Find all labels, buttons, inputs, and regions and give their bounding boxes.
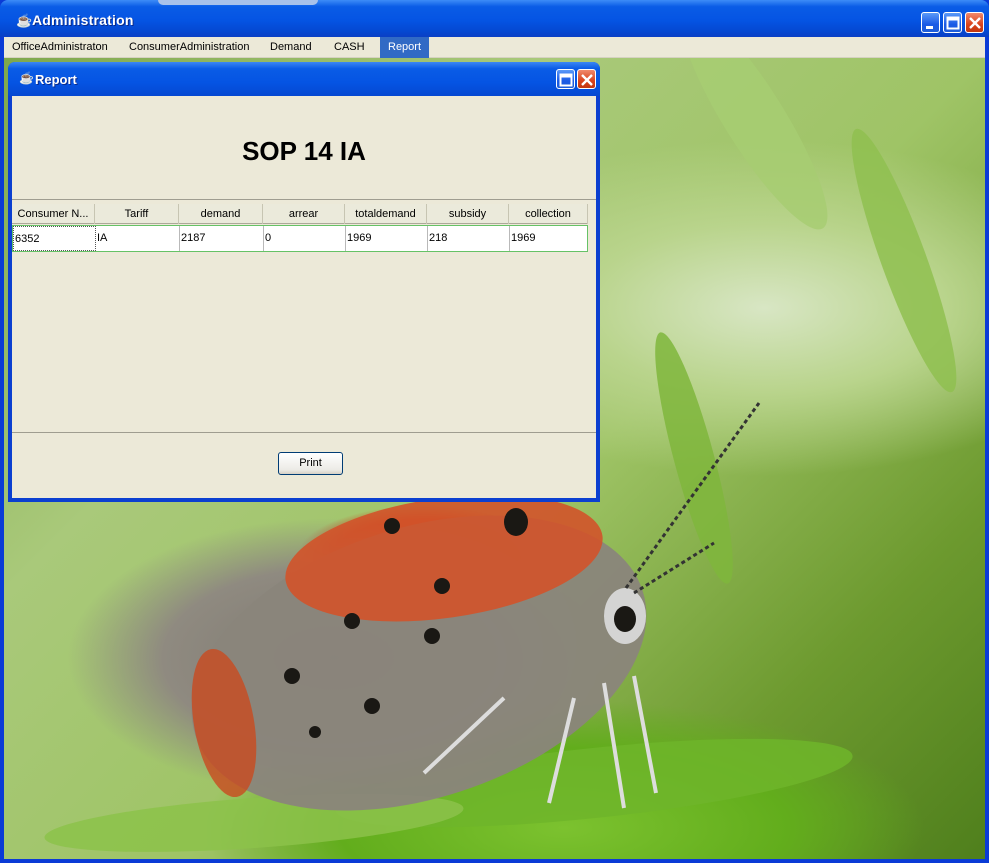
window-titlebar[interactable]: ☕ Administration: [0, 0, 989, 37]
column-header-arrear[interactable]: arrear: [263, 204, 345, 224]
menubar: OfficeAdministraton ConsumerAdministrati…: [4, 37, 985, 58]
column-header-demand[interactable]: demand: [179, 204, 263, 224]
cell-demand[interactable]: 2187: [180, 226, 264, 251]
cell-tariff[interactable]: IA: [96, 226, 180, 251]
minimize-icon: [926, 26, 933, 29]
maximize-icon: [946, 16, 960, 30]
menu-office-administration[interactable]: OfficeAdministraton: [4, 37, 116, 58]
report-heading: SOP 14 IA: [242, 136, 366, 166]
cell-subsidy[interactable]: 218: [428, 226, 510, 251]
report-titlebar[interactable]: ☕ Report: [8, 62, 600, 96]
report-content: SOP 14 IA Consumer N... Tariff demand ar…: [12, 96, 596, 498]
column-header-totaldemand[interactable]: totaldemand: [345, 204, 427, 224]
column-header-tariff[interactable]: Tariff: [95, 204, 179, 224]
close-button[interactable]: [965, 12, 984, 33]
menu-cash[interactable]: CASH: [326, 37, 373, 58]
column-header-consumer-number[interactable]: Consumer N...: [12, 204, 95, 224]
report-close-button[interactable]: [577, 69, 596, 89]
java-cup-icon: ☕: [16, 13, 33, 28]
column-header-subsidy[interactable]: subsidy: [427, 204, 509, 224]
maximize-icon: [559, 73, 573, 87]
menu-consumer-administration[interactable]: ConsumerAdministration: [121, 37, 257, 58]
close-icon: [581, 74, 593, 86]
window-title: Administration: [32, 12, 134, 28]
table-header: Consumer N... Tariff demand arrear total…: [12, 204, 588, 224]
cell-totaldemand[interactable]: 1969: [346, 226, 428, 251]
report-table: Consumer N... Tariff demand arrear total…: [12, 201, 596, 433]
column-header-collection[interactable]: collection: [509, 204, 588, 224]
menu-demand[interactable]: Demand: [262, 37, 320, 58]
report-heading-panel: SOP 14 IA: [12, 96, 596, 200]
report-maximize-button[interactable]: [556, 69, 575, 89]
maximize-button[interactable]: [943, 12, 962, 33]
minimize-button[interactable]: [921, 12, 940, 33]
report-internal-frame: ☕ Report SOP 14 IA Consumer N... Tariff …: [8, 62, 600, 502]
table-row[interactable]: 6352 IA 2187 0 1969 218 1969: [12, 225, 588, 252]
cell-arrear[interactable]: 0: [264, 226, 346, 251]
print-button[interactable]: Print: [278, 452, 343, 475]
close-icon: [969, 17, 981, 29]
cell-collection[interactable]: 1969: [510, 226, 587, 251]
cell-consumer-number[interactable]: 6352: [13, 226, 96, 251]
report-title: Report: [35, 72, 77, 87]
menu-report[interactable]: Report: [380, 37, 430, 58]
java-cup-icon: ☕: [19, 71, 34, 85]
title-tab-decoration: [158, 0, 318, 5]
